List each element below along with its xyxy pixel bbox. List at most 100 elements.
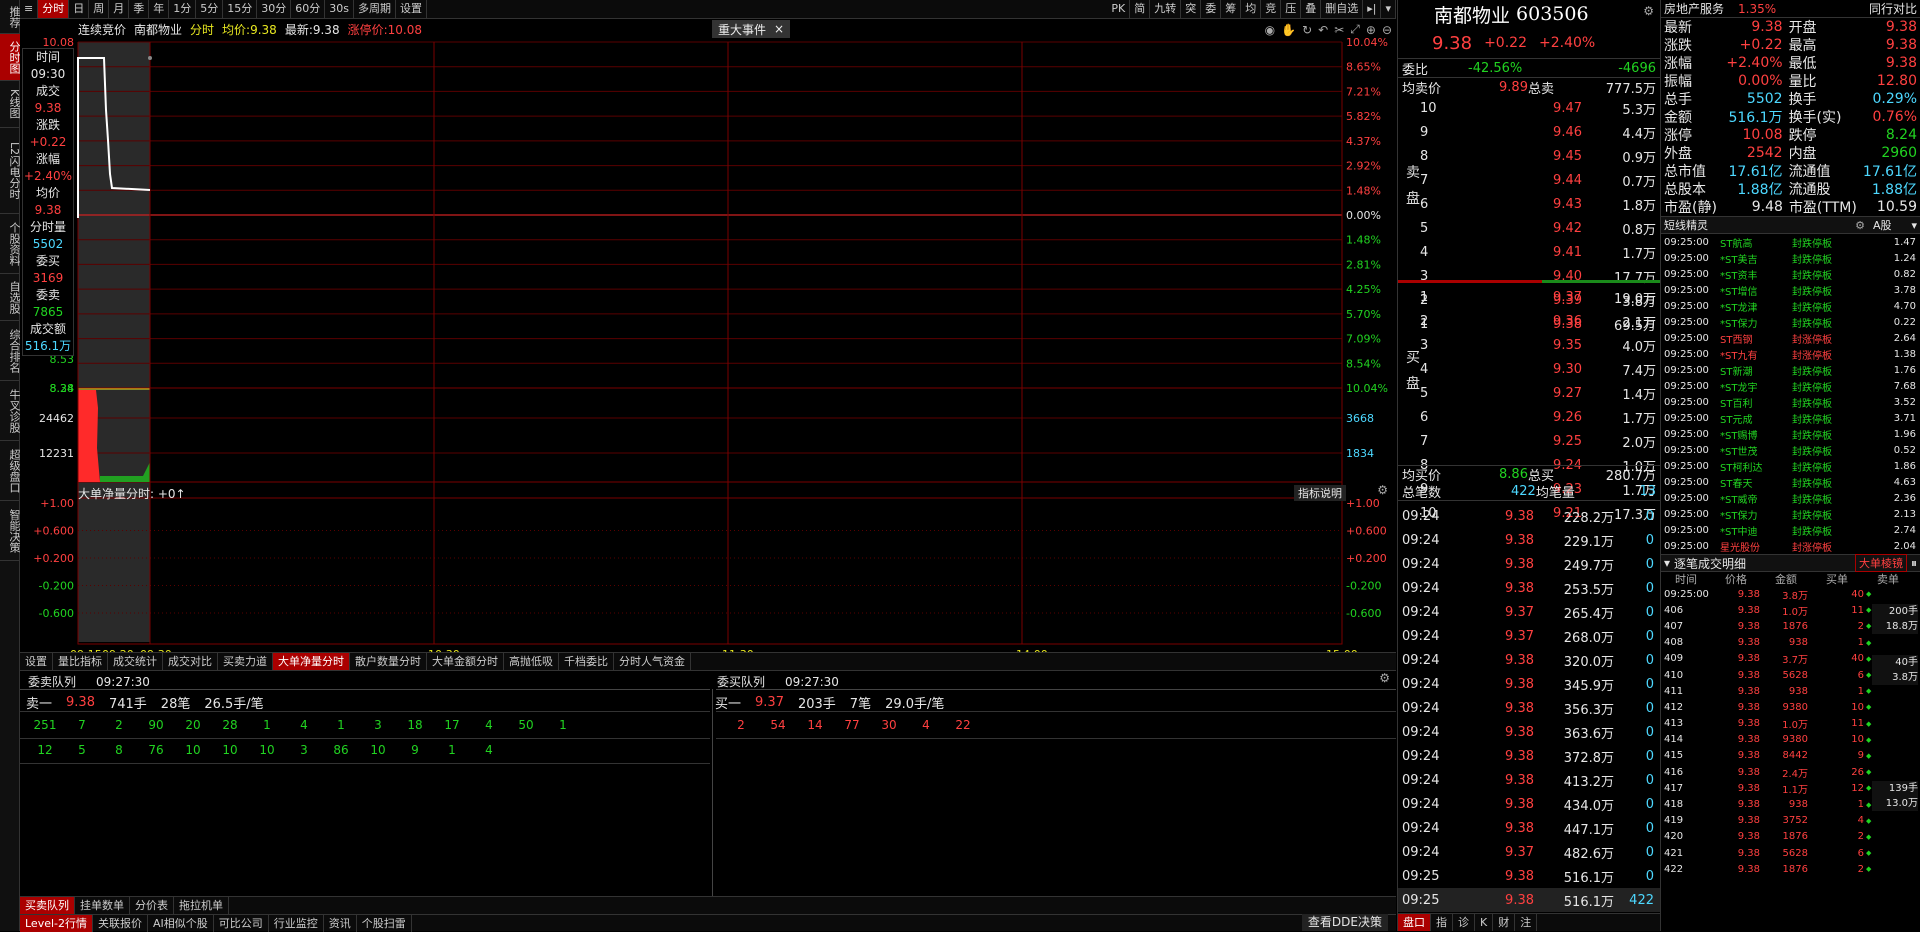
quote-settings-icon[interactable]: ⚙ bbox=[1643, 4, 1654, 18]
indicator-tab-1[interactable]: 量比指标 bbox=[53, 653, 108, 670]
news-row[interactable]: 09:25:00 ST元成 封跌停板 3.71 bbox=[1661, 410, 1920, 426]
news-row[interactable]: 09:25:00 *ST九有 封涨停板 1.38 bbox=[1661, 346, 1920, 362]
news-row[interactable]: 09:25:00 ST西钢 封涨停板 2.64 bbox=[1661, 330, 1920, 346]
news-row[interactable]: 09:25:00 *ST增信 封跌停板 3.78 bbox=[1661, 282, 1920, 298]
left-nav-item-4[interactable]: 个股资料 bbox=[0, 214, 21, 274]
queue-tab-1[interactable]: 挂单数单 bbox=[75, 897, 130, 914]
queue-tab-3[interactable]: 拖拉机单 bbox=[174, 897, 229, 914]
order-book-row[interactable]: 5 9.42 0.8万 bbox=[1398, 216, 1660, 240]
period-tab-5[interactable]: 年 bbox=[149, 0, 170, 18]
menu-icon[interactable]: ≡ bbox=[20, 0, 39, 18]
period-tab-1[interactable]: 日 bbox=[69, 0, 90, 18]
detail-collapse-icon[interactable]: ▾ bbox=[1664, 556, 1670, 570]
period-tab-12[interactable]: 多周期 bbox=[354, 0, 396, 18]
order-book-row[interactable]: 10 9.47 5.3万 bbox=[1398, 96, 1660, 120]
queue-tab-0[interactable]: 买卖队列 bbox=[20, 897, 75, 914]
sector-name[interactable]: 房地产服务 bbox=[1664, 0, 1724, 17]
big-order-button[interactable]: 大单棱镜 bbox=[1854, 554, 1907, 572]
indicator-tab-7[interactable]: 大单金额分时 bbox=[427, 653, 504, 670]
dde-button[interactable]: 查看DDE决策 bbox=[1301, 914, 1388, 931]
left-nav-item-9[interactable]: 智能决策 bbox=[0, 501, 21, 561]
news-row[interactable]: 09:25:00 ST春天 封跌停板 4.63 bbox=[1661, 474, 1920, 490]
panel-tab-5[interactable]: 注 bbox=[1515, 914, 1538, 931]
news-row[interactable]: 09:25:00 *ST保力 封跌停板 0.22 bbox=[1661, 314, 1920, 330]
order-book-row[interactable]: 5 9.27 1.4万 bbox=[1398, 381, 1660, 405]
news-row[interactable]: 09:25:00 ST航高 封跌停板 1.47 bbox=[1661, 234, 1920, 250]
fullscreen-icon[interactable]: ⤢ bbox=[1350, 22, 1360, 37]
period-tab-11[interactable]: 30s bbox=[325, 0, 354, 18]
level2-tab-4[interactable]: 行业监控 bbox=[269, 914, 324, 932]
peer-compare-link[interactable]: 同行对比 bbox=[1869, 0, 1917, 17]
indicator-tab-6[interactable]: 散户数量分时 bbox=[350, 653, 427, 670]
news-row[interactable]: 09:25:00 *ST龙津 封跌停板 4.70 bbox=[1661, 298, 1920, 314]
news-row[interactable]: 09:25:00 星光股份 封涨停板 2.04 bbox=[1661, 538, 1920, 554]
left-nav-item-3[interactable]: L2闪电分时 bbox=[0, 128, 21, 214]
left-nav-item-7[interactable]: 牛叉诊股 bbox=[0, 381, 21, 441]
period-tab-3[interactable]: 月 bbox=[109, 0, 130, 18]
level2-tab-0[interactable]: Level-2行情 bbox=[20, 914, 94, 932]
order-book-row[interactable]: 4 9.41 1.7万 bbox=[1398, 240, 1660, 264]
news-row[interactable]: 09:25:00 *ST龙宇 封跌停板 7.68 bbox=[1661, 378, 1920, 394]
order-book-row[interactable]: 9 9.46 4.4万 bbox=[1398, 120, 1660, 144]
zoom-in-icon[interactable]: ⊕ bbox=[1366, 23, 1376, 37]
order-book-row[interactable]: 8 9.45 0.9万 bbox=[1398, 144, 1660, 168]
panel-tab-1[interactable]: 指 bbox=[1431, 914, 1453, 931]
level2-tab-3[interactable]: 可比公司 bbox=[214, 914, 269, 932]
queue-tab-2[interactable]: 分价表 bbox=[130, 897, 174, 914]
period-tab-8[interactable]: 15分 bbox=[223, 0, 258, 18]
queue-settings-icon[interactable]: ⚙ bbox=[1379, 671, 1390, 685]
scissors-icon[interactable]: ✂ bbox=[1334, 23, 1344, 37]
news-row[interactable]: 09:25:00 ST柯利达 封跌停板 1.86 bbox=[1661, 458, 1920, 474]
hand-icon[interactable]: ✋ bbox=[1281, 23, 1296, 37]
eye-icon[interactable]: ◉ bbox=[1265, 23, 1275, 37]
zoom-out-icon[interactable]: ⊖ bbox=[1382, 23, 1392, 37]
tool-button-2[interactable]: 九转 bbox=[1150, 0, 1182, 18]
panel-tab-0[interactable]: 盘口 bbox=[1398, 914, 1431, 931]
news-row[interactable]: 09:25:00 *ST美吉 封跌停板 1.24 bbox=[1661, 250, 1920, 266]
indicator-tab-8[interactable]: 高抛低吸 bbox=[504, 653, 559, 670]
period-tab-7[interactable]: 5分 bbox=[196, 0, 224, 18]
tool-button-9[interactable]: 叠 bbox=[1301, 0, 1322, 18]
order-book-row[interactable]: 1 9.37 19.0万 bbox=[1398, 285, 1660, 309]
tool-button-4[interactable]: 委 bbox=[1201, 0, 1222, 18]
market-dropdown-icon[interactable]: ▾ bbox=[1911, 219, 1917, 232]
order-book-row[interactable]: 7 9.44 0.7万 bbox=[1398, 168, 1660, 192]
left-nav-item-5[interactable]: 自选股 bbox=[0, 274, 21, 321]
level2-tab-2[interactable]: AI相似个股 bbox=[148, 914, 214, 932]
indicator-tab-2[interactable]: 成交统计 bbox=[108, 653, 163, 670]
indicator-tab-3[interactable]: 成交对比 bbox=[163, 653, 218, 670]
left-nav-item-8[interactable]: 超级盘口 bbox=[0, 441, 21, 501]
pause-icon[interactable]: ⏸ bbox=[1911, 556, 1917, 571]
period-tab-4[interactable]: 季 bbox=[129, 0, 150, 18]
tool-button-3[interactable]: 突 bbox=[1181, 0, 1202, 18]
market-select[interactable]: A股 bbox=[1873, 217, 1892, 233]
news-row[interactable]: 09:25:00 *ST赐博 封跌停板 1.96 bbox=[1661, 426, 1920, 442]
news-row[interactable]: 09:25:00 *ST中迪 封跌停板 2.74 bbox=[1661, 522, 1920, 538]
panel-tab-2[interactable]: 诊 bbox=[1453, 914, 1475, 931]
period-tab-9[interactable]: 30分 bbox=[257, 0, 292, 18]
news-row[interactable]: 09:25:00 *ST威帝 封跌停板 2.36 bbox=[1661, 490, 1920, 506]
panel-tab-4[interactable]: 财 bbox=[1493, 914, 1516, 931]
order-book-row[interactable]: 6 9.43 1.8万 bbox=[1398, 192, 1660, 216]
level2-tab-6[interactable]: 个股扫雷 bbox=[357, 914, 412, 932]
news-row[interactable]: 09:25:00 *ST保力 封跌停板 2.13 bbox=[1661, 506, 1920, 522]
dropdown-icon[interactable]: ▾ bbox=[1381, 0, 1396, 18]
tool-button-1[interactable]: 简 bbox=[1130, 0, 1151, 18]
level2-tab-5[interactable]: 资讯 bbox=[324, 914, 357, 932]
news-row[interactable]: 09:25:00 ST新潮 封跌停板 1.76 bbox=[1661, 362, 1920, 378]
period-tab-6[interactable]: 1分 bbox=[169, 0, 197, 18]
order-book-row[interactable]: 3 9.35 4.0万 bbox=[1398, 333, 1660, 357]
left-nav-item-6[interactable]: 综合排名 bbox=[0, 321, 21, 381]
indicator-tab-5[interactable]: 大单净量分时 bbox=[273, 653, 350, 670]
tool-button-5[interactable]: 筹 bbox=[1221, 0, 1242, 18]
left-nav-item-2[interactable]: K线图 bbox=[0, 81, 21, 128]
tool-button-7[interactable]: 竞 bbox=[1261, 0, 1282, 18]
news-settings-icon[interactable]: ⚙ bbox=[1855, 219, 1865, 232]
close-icon[interactable]: × bbox=[774, 22, 784, 36]
event-button[interactable]: 重大事件 × bbox=[712, 20, 791, 38]
order-book-row[interactable]: 6 9.26 1.7万 bbox=[1398, 405, 1660, 429]
order-book-row[interactable]: 2 9.36 2.1万 bbox=[1398, 309, 1660, 333]
indicator-tab-4[interactable]: 买卖力道 bbox=[218, 653, 273, 670]
news-row[interactable]: 09:25:00 *ST资丰 封跌停板 0.82 bbox=[1661, 266, 1920, 282]
tool-button-6[interactable]: 均 bbox=[1241, 0, 1262, 18]
